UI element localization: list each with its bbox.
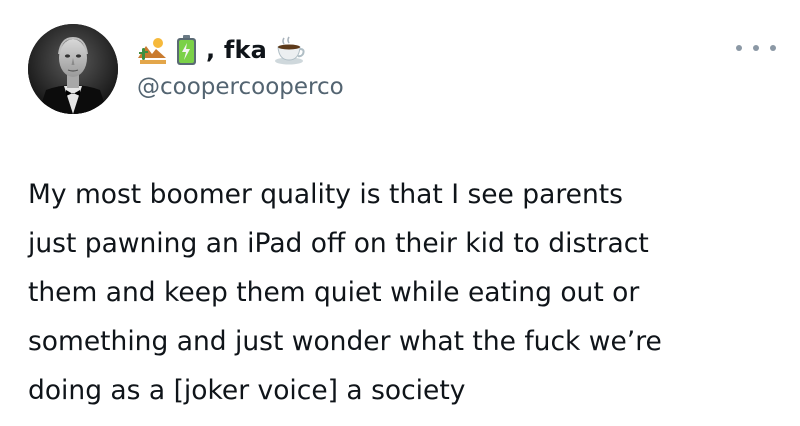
- hot-beverage-emoji: [273, 34, 305, 66]
- avatar[interactable]: [28, 24, 118, 114]
- tweet-text-line: My most boomer quality is that I see par…: [28, 179, 623, 210]
- tweet-text: My most boomer quality is that I see par…: [28, 170, 788, 415]
- desert-landscape-emoji: [136, 34, 168, 66]
- more-dot: [736, 45, 742, 51]
- profile-photo: [28, 24, 118, 114]
- tweet-text-line: something and just wonder what the fuck …: [28, 326, 662, 357]
- more-dot: [770, 45, 776, 51]
- tweet-text-line: just pawning an iPad off on their kid to…: [28, 228, 649, 259]
- more-horizontal-icon[interactable]: [736, 38, 776, 58]
- user-handle[interactable]: @coopercooperco: [137, 74, 344, 100]
- battery-emoji: [170, 34, 202, 66]
- display-name-text: , fka: [206, 36, 268, 64]
- display-name[interactable]: , fka: [136, 32, 305, 68]
- more-dot: [753, 45, 759, 51]
- tweet-text-line: them and keep them quiet while eating ou…: [28, 277, 640, 308]
- tweet-text-line: doing as a [joker voice] a society: [28, 375, 466, 406]
